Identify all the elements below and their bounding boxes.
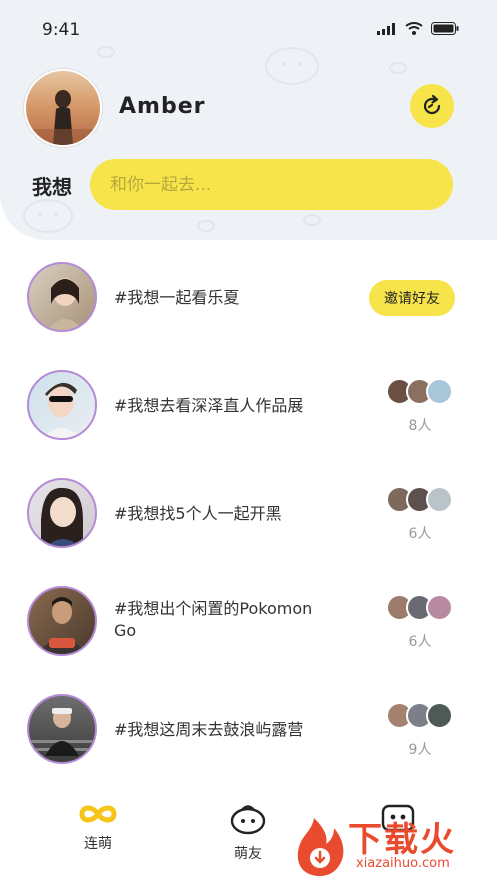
wish-text: #我想这周末去鼓浪屿露营 xyxy=(114,720,304,739)
avatar-photo xyxy=(43,382,81,438)
participant-group[interactable]: 6人 xyxy=(386,594,456,654)
lemon-doodle-icon xyxy=(23,199,73,233)
avatar xyxy=(27,478,97,548)
status-icons xyxy=(377,22,459,35)
list-item[interactable]: #我想这周末去鼓浪屿露营 9人 xyxy=(0,694,497,768)
tab-label: 连萌 xyxy=(84,836,112,852)
tab-mengyou[interactable]: 萌友 xyxy=(208,803,288,863)
participant-count: 6人 xyxy=(408,634,432,650)
list-item[interactable]: #我想一起看乐夏 邀请好友 xyxy=(0,262,497,336)
infinity-icon xyxy=(79,805,117,823)
list-item[interactable]: #我想出个闲置的Pokomon Go 6人 xyxy=(0,586,497,660)
wish-text: #我想找5个人一起开黑 xyxy=(114,504,282,523)
participant-count: 9人 xyxy=(408,742,432,758)
participant-count: 8人 xyxy=(408,418,432,434)
refresh-icon xyxy=(423,94,441,115)
wish-text: #我想出个闲置的Pokomon Go xyxy=(114,599,313,640)
face-icon xyxy=(230,805,266,835)
watermark-url: xiazaihuo.com xyxy=(356,856,450,871)
avatar-photo xyxy=(26,90,100,145)
participant-avatar xyxy=(426,378,453,405)
leaf-doodle-icon xyxy=(303,214,321,226)
watermark-text: 下载火 xyxy=(348,820,456,860)
participant-group[interactable]: 8人 xyxy=(386,378,456,438)
avatar-photo xyxy=(47,278,83,330)
avatar-photo xyxy=(41,487,83,546)
leaf-doodle-icon xyxy=(197,220,215,232)
user-name: Amber xyxy=(119,94,206,119)
wish-label: 我想 xyxy=(32,175,72,199)
participant-avatar xyxy=(426,702,453,729)
profile-avatar[interactable] xyxy=(24,69,102,147)
leaf-doodle-icon xyxy=(389,62,407,74)
wish-text: #我想一起看乐夏 xyxy=(114,288,240,307)
watermark: 下载火 xiazaihuo.com xyxy=(288,812,497,883)
avatar xyxy=(27,586,97,656)
battery-icon xyxy=(431,22,459,35)
wish-text: #我想去看深泽直人作品展 xyxy=(114,396,304,415)
participant-group[interactable]: 9人 xyxy=(386,702,456,762)
wish-input[interactable] xyxy=(90,159,453,210)
flame-logo xyxy=(297,818,344,876)
invite-friends-button[interactable]: 邀请好友 xyxy=(369,280,455,316)
tab-lianmeng[interactable]: 连萌 xyxy=(58,803,138,853)
list-item[interactable]: #我想找5个人一起开黑 6人 xyxy=(0,478,497,552)
refresh-button[interactable] xyxy=(410,84,454,128)
leaf-doodle-icon xyxy=(97,46,115,58)
status-time: 9:41 xyxy=(42,20,81,40)
lemon-doodle-icon xyxy=(265,47,319,85)
avatar xyxy=(27,694,97,764)
avatar-photo xyxy=(29,708,95,756)
avatar xyxy=(27,262,97,332)
tab-label: 萌友 xyxy=(234,846,262,862)
list-item[interactable]: #我想去看深泽直人作品展 8人 xyxy=(0,370,497,444)
participant-group[interactable]: 6人 xyxy=(386,486,456,546)
signal-icon xyxy=(377,22,395,35)
participant-avatar xyxy=(426,486,453,513)
avatar-photo xyxy=(37,597,87,654)
participant-count: 6人 xyxy=(408,526,432,542)
avatar xyxy=(27,370,97,440)
participant-avatar xyxy=(426,594,453,621)
wifi-icon xyxy=(405,22,423,35)
